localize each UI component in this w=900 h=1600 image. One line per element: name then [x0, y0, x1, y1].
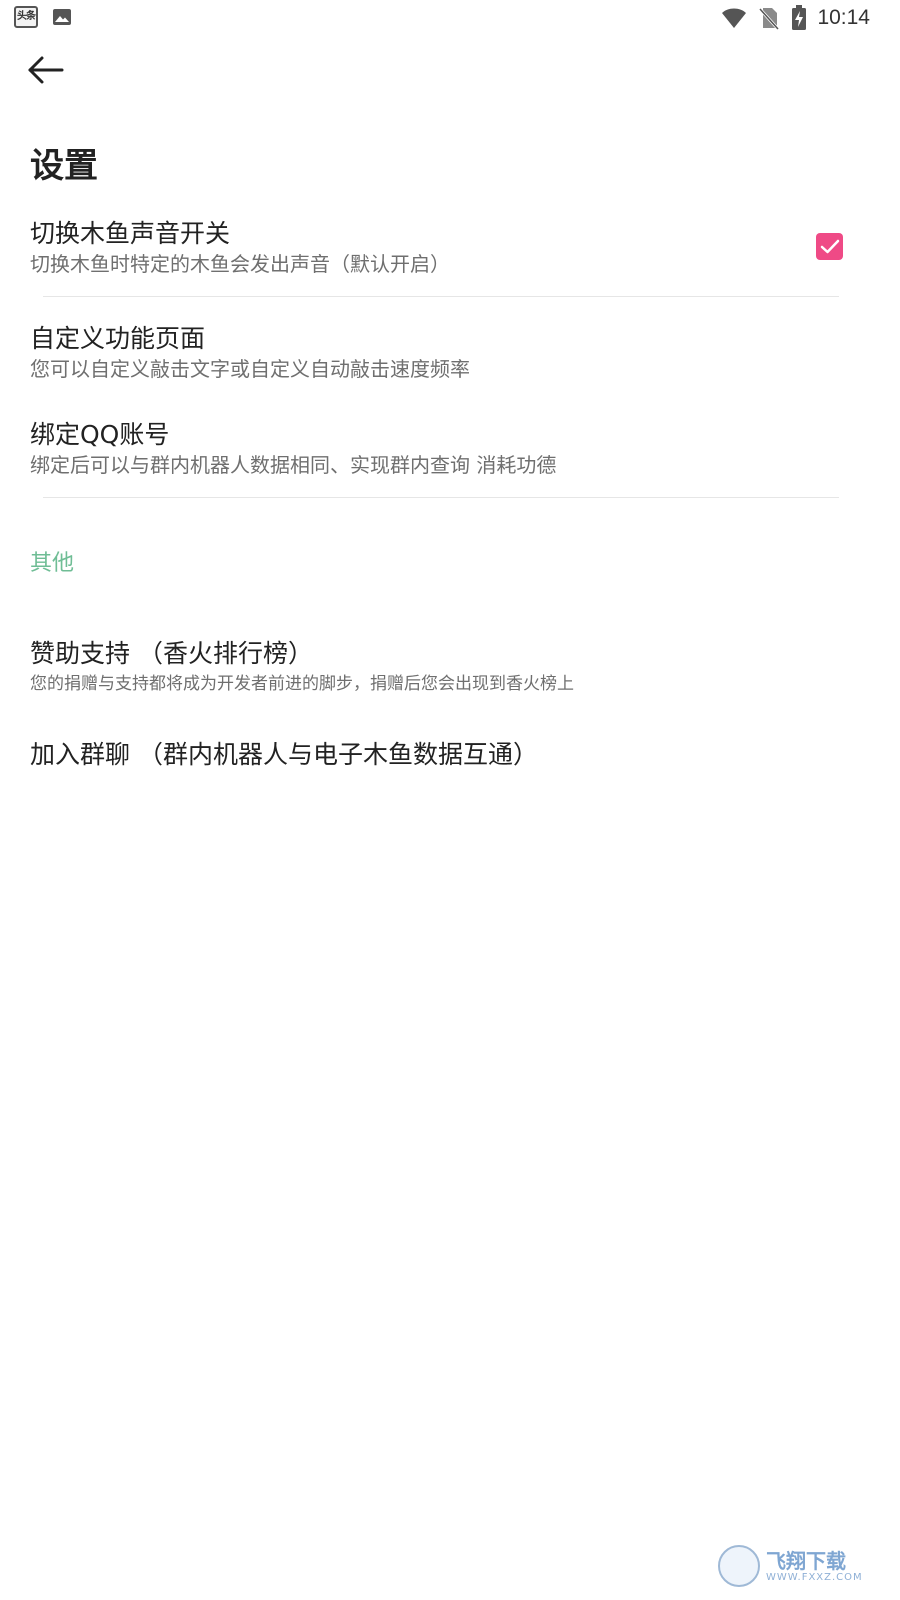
- setting-sound-toggle[interactable]: 切换木鱼声音开关 切换木鱼时特定的木鱼会发出声音（默认开启）: [30, 218, 850, 278]
- battery-charging-icon: [792, 5, 807, 30]
- status-bar: 头条 10:14: [0, 0, 900, 36]
- setting-title: 加入群聊 （群内机器人与电子木鱼数据互通）: [30, 740, 538, 769]
- setting-join-group[interactable]: 加入群聊 （群内机器人与电子木鱼数据互通）: [30, 739, 850, 771]
- status-clock: 10:14: [817, 6, 870, 29]
- watermark-text: 飞翔下载 WWW.FXXZ.COM: [766, 1550, 863, 1583]
- section-header-other: 其他: [30, 551, 75, 576]
- status-bar-right: 10:14: [709, 4, 870, 32]
- arrow-left-icon: [28, 56, 64, 84]
- watermark: 飞翔下载 WWW.FXXZ.COM: [718, 1542, 878, 1590]
- setting-sponsor[interactable]: 赞助支持 （香火排行榜） 您的捐赠与支持都将成为开发者前进的脚步，捐赠后您会出现…: [30, 638, 850, 698]
- divider: [43, 497, 839, 498]
- check-icon: [820, 239, 839, 253]
- setting-title: 赞助支持 （香火排行榜）: [30, 639, 313, 668]
- wifi-icon: [722, 8, 747, 28]
- no-sim-icon: [759, 7, 780, 30]
- back-button[interactable]: [26, 54, 66, 86]
- sound-toggle-checkbox[interactable]: [816, 233, 843, 260]
- watermark-subtitle: WWW.FXXZ.COM: [766, 1571, 863, 1583]
- setting-title: 绑定QQ账号: [30, 420, 170, 449]
- page-title: 设置: [30, 146, 98, 186]
- toutiao-app-icon: 头条: [14, 6, 38, 28]
- setting-title: 自定义功能页面: [30, 324, 206, 353]
- setting-custom-page[interactable]: 自定义功能页面 您可以自定义敲击文字或自定义自动敲击速度频率: [30, 323, 850, 383]
- status-bar-left: 头条: [14, 6, 72, 28]
- watermark-title: 飞翔下载: [766, 1548, 846, 1573]
- setting-summary: 绑定后可以与群内机器人数据相同、实现群内查询 消耗功德: [30, 453, 557, 477]
- image-icon: [53, 9, 71, 25]
- divider: [43, 296, 839, 297]
- setting-summary: 您的捐赠与支持都将成为开发者前进的脚步，捐赠后您会出现到香火榜上: [30, 674, 574, 694]
- setting-summary: 切换木鱼时特定的木鱼会发出声音（默认开启）: [30, 252, 450, 276]
- setting-summary: 您可以自定义敲击文字或自定义自动敲击速度频率: [30, 357, 470, 381]
- setting-bind-qq[interactable]: 绑定QQ账号 绑定后可以与群内机器人数据相同、实现群内查询 消耗功德: [30, 419, 850, 479]
- setting-title: 切换木鱼声音开关: [30, 219, 231, 248]
- watermark-logo-icon: [718, 1545, 760, 1587]
